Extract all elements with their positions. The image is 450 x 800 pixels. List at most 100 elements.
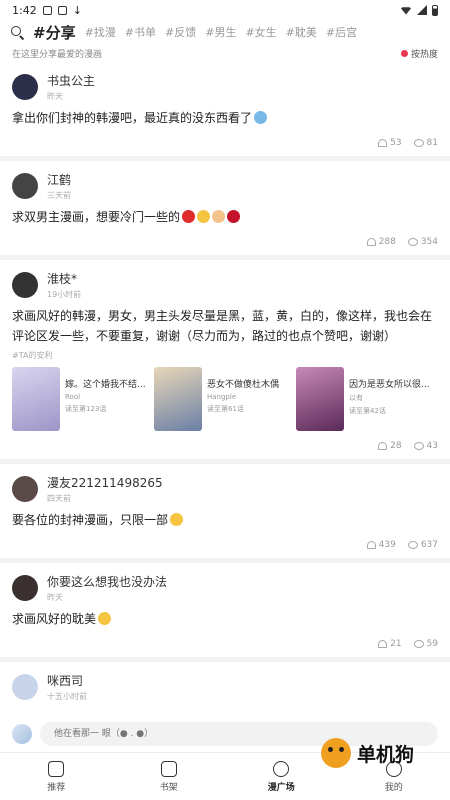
username[interactable]: 你要这么想我也没办法 xyxy=(47,573,167,590)
tab-label: 我的 xyxy=(384,782,403,793)
like-button[interactable]: 288 xyxy=(366,237,396,247)
comment-button[interactable]: 43 xyxy=(413,441,438,451)
tab-label: 书架 xyxy=(159,782,178,793)
wink-emoji-icon xyxy=(170,513,184,526)
avatar[interactable] xyxy=(12,74,38,100)
post-card[interactable]: 你要这么想我也没办法 昨天 求画风好的耽美 21 59 xyxy=(0,563,450,657)
recommend-icon xyxy=(48,760,65,777)
comment-icon xyxy=(413,139,424,147)
post-text: 拿出你们封神的韩漫吧，最近真的没东西看了 xyxy=(12,108,438,128)
grin-emoji-icon xyxy=(98,612,112,625)
manga-card[interactable]: 因为是恶女所以很... 以有 读至第42话 xyxy=(296,367,430,431)
post-card[interactable]: 漫友221211498265 四天前 要各位的封神漫画，只限一部 439 637 xyxy=(0,464,450,558)
comment-button[interactable]: 81 xyxy=(413,138,438,148)
manga-cover[interactable] xyxy=(154,367,202,431)
like-icon xyxy=(366,238,376,246)
notification-icon xyxy=(42,5,52,15)
avatar[interactable] xyxy=(12,674,38,700)
point-emoji-icon xyxy=(212,210,226,223)
comment-button[interactable]: 354 xyxy=(407,237,438,247)
manga-progress: 读至第123话 xyxy=(65,405,107,413)
manga-cover[interactable] xyxy=(12,367,60,431)
username[interactable]: 咪西司 xyxy=(47,672,87,689)
rose-emoji-icon xyxy=(227,210,241,223)
post-header: 淮枝* 19小时前 xyxy=(12,270,438,300)
manga-card[interactable]: 嫁。这个婚我不结... Rool 读至第123话 xyxy=(12,367,146,431)
comment-count: 637 xyxy=(420,540,438,550)
username[interactable]: 江鹤 xyxy=(47,171,71,188)
sort-label: 按热度 xyxy=(410,49,438,60)
post-header: 江鹤 三天前 xyxy=(12,171,438,201)
tag-male[interactable]: #男生 xyxy=(205,24,236,40)
sub-bar: 在这里分享最爱的漫画 按热度 xyxy=(0,44,450,62)
battery-icon xyxy=(432,4,438,16)
username[interactable]: 书虫公主 xyxy=(47,72,95,89)
comment-icon xyxy=(413,442,424,450)
sort-by-hot-button[interactable]: 按热度 xyxy=(400,47,438,60)
like-button[interactable]: 28 xyxy=(378,441,402,451)
notification-icon xyxy=(57,5,67,15)
comment-button[interactable]: 637 xyxy=(407,540,438,550)
comment-button[interactable]: 59 xyxy=(413,639,438,649)
avatar[interactable] xyxy=(12,173,38,199)
tab-label: 漫广场 xyxy=(267,782,295,793)
tab-bookshelf[interactable]: 书架 xyxy=(113,753,226,800)
comment-count: 59 xyxy=(426,639,438,649)
my-avatar xyxy=(12,724,32,744)
post-text: 求画风好的耽美 xyxy=(12,609,438,629)
manga-author: Hangple xyxy=(207,393,237,401)
status-time: 1:42 xyxy=(12,3,37,17)
tab-recommend[interactable]: 推荐 xyxy=(0,753,113,800)
bookshelf-icon xyxy=(160,760,177,777)
tag-share[interactable]: #分享 xyxy=(33,22,76,43)
watermark: 单机狗 xyxy=(320,738,414,768)
like-count: 28 xyxy=(390,441,402,451)
post-time: 十五小时前 xyxy=(47,692,87,701)
like-icon xyxy=(378,640,388,648)
manga-recommendations: 嫁。这个婚我不结... Rool 读至第123话 恶女不做傻杜木偶 Hangpl… xyxy=(12,367,438,431)
post-text-body: 要各位的封神漫画，只限一部 xyxy=(12,513,169,527)
post-stats: 53 81 xyxy=(12,138,438,148)
post-feed[interactable]: 书虫公主 昨天 拿出你们封神的韩漫吧，最近真的没东西看了 53 81 江鹤 三天… xyxy=(0,62,450,758)
tag-find-manga[interactable]: #找漫 xyxy=(85,24,116,40)
post-card[interactable]: 淮枝* 19小时前 求画风好的韩漫，男女，男主头发尽量是黑，蓝，黄，白的，像这样… xyxy=(0,260,450,459)
post-header: 书虫公主 昨天 xyxy=(12,72,438,102)
avatar[interactable] xyxy=(12,476,38,502)
post-card[interactable]: 江鹤 三天前 求双男主漫画，想要冷门一些的 288 354 xyxy=(0,161,450,255)
username[interactable]: 淮枝* xyxy=(47,270,81,287)
username[interactable]: 漫友221211498265 xyxy=(47,474,163,491)
manga-author: Rool xyxy=(65,393,81,401)
tab-label: 推荐 xyxy=(47,782,66,793)
post-time: 三天前 xyxy=(47,191,71,200)
like-button[interactable]: 21 xyxy=(378,639,402,649)
post-time: 昨天 xyxy=(47,593,63,602)
manga-cover[interactable] xyxy=(296,367,344,431)
manga-card[interactable]: 恶女不做傻杜木偶 Hangple 读至第61话 xyxy=(154,367,288,431)
tag-bl[interactable]: #耽美 xyxy=(286,24,317,40)
like-button[interactable]: 439 xyxy=(366,540,396,550)
tag-female[interactable]: #女生 xyxy=(245,24,276,40)
recommend-label: #TA的安利 xyxy=(12,351,53,360)
wifi-icon xyxy=(400,7,412,15)
post-card[interactable]: 书虫公主 昨天 拿出你们封神的韩漫吧，最近真的没东西看了 53 81 xyxy=(0,62,450,156)
post-time: 四天前 xyxy=(47,494,71,503)
post-header: 漫友221211498265 四天前 xyxy=(12,474,438,504)
post-text: 求双男主漫画，想要冷门一些的 xyxy=(12,207,438,227)
fire-icon xyxy=(400,49,408,57)
manga-info: 恶女不做傻杜木偶 Hangple 读至第61话 xyxy=(207,367,279,431)
manga-progress: 读至第42话 xyxy=(349,407,386,415)
avatar[interactable] xyxy=(12,575,38,601)
tag-booklist[interactable]: #书单 xyxy=(125,24,156,40)
search-icon[interactable] xyxy=(10,25,24,39)
watermark-text: 单机狗 xyxy=(356,743,414,766)
avatar[interactable] xyxy=(12,272,38,298)
smile-emoji-icon xyxy=(197,210,211,223)
status-left: 1:42 ↓ xyxy=(12,4,82,17)
like-icon xyxy=(366,541,376,549)
like-button[interactable]: 53 xyxy=(378,138,402,148)
tag-bar: #分享 #找漫 #书单 #反馈 #男生 #女生 #耽美 #后宫 xyxy=(0,20,450,44)
tag-feedback[interactable]: #反馈 xyxy=(165,24,196,40)
tag-harem[interactable]: #后宫 xyxy=(326,24,357,40)
post-card[interactable]: 咪西司 十五小时前 xyxy=(0,662,450,710)
post-text: 要各位的封神漫画，只限一部 xyxy=(12,510,438,530)
